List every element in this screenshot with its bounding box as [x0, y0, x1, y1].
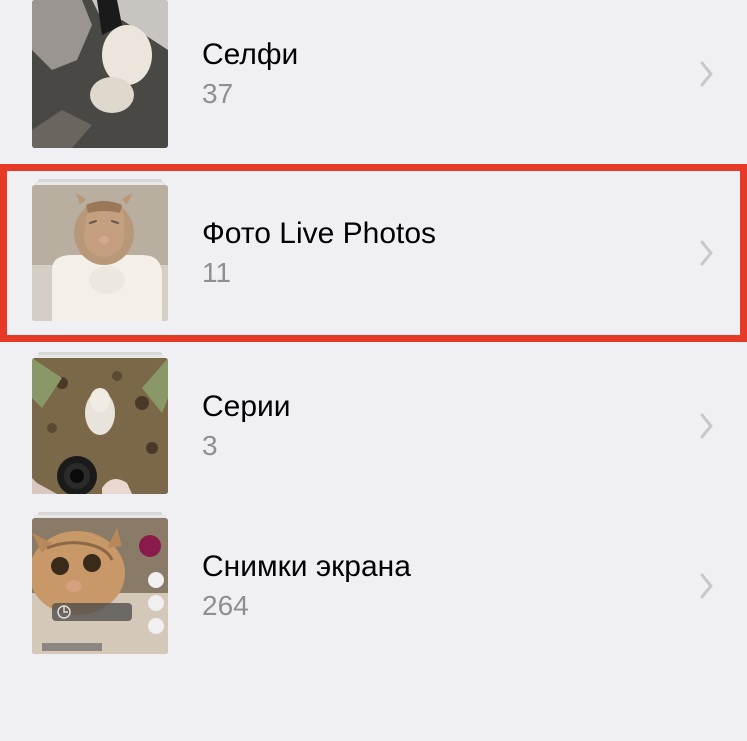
album-count: 11	[202, 256, 697, 290]
album-thumbnail	[32, 358, 168, 494]
album-thumbnail	[32, 518, 168, 654]
chevron-right-icon	[697, 410, 717, 442]
album-info: Селфи 37	[168, 37, 697, 111]
album-title: Селфи	[202, 37, 697, 73]
album-count: 264	[202, 589, 697, 623]
album-info: Серии 3	[168, 389, 697, 463]
album-title: Серии	[202, 389, 697, 425]
album-title: Снимки экрана	[202, 549, 697, 585]
album-thumbnail	[32, 185, 168, 321]
album-row-bursts[interactable]: Серии 3	[0, 346, 747, 506]
album-thumbnail	[32, 0, 168, 148]
album-count: 37	[202, 77, 697, 111]
chevron-right-icon	[697, 570, 717, 602]
album-count: 3	[202, 429, 697, 463]
chevron-right-icon	[697, 58, 717, 90]
album-row-selfies[interactable]: Селфи 37	[0, 0, 747, 160]
chevron-right-icon	[697, 237, 717, 269]
album-info: Фото Live Photos 11	[168, 216, 697, 290]
album-row-live-photos[interactable]: Фото Live Photos 11	[0, 164, 747, 342]
album-row-screenshots[interactable]: Снимки экрана 264	[0, 506, 747, 666]
album-list: Селфи 37	[0, 0, 747, 666]
album-info: Снимки экрана 264	[168, 549, 697, 623]
album-title: Фото Live Photos	[202, 216, 697, 252]
